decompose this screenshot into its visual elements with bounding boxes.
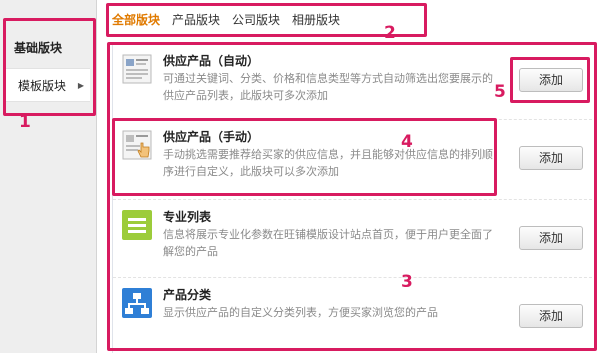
- annotation-box-1: [3, 18, 96, 116]
- annotation-number-1: 1: [19, 112, 31, 132]
- annotation-box-5: [510, 57, 590, 103]
- annotation-box-4: [112, 118, 497, 196]
- annotation-number-5: 5: [494, 82, 506, 102]
- annotation-number-2: 2: [384, 23, 396, 43]
- annotation-number-3: 3: [401, 272, 413, 292]
- annotation-box-2: [106, 3, 427, 37]
- annotation-number-4: 4: [401, 132, 413, 152]
